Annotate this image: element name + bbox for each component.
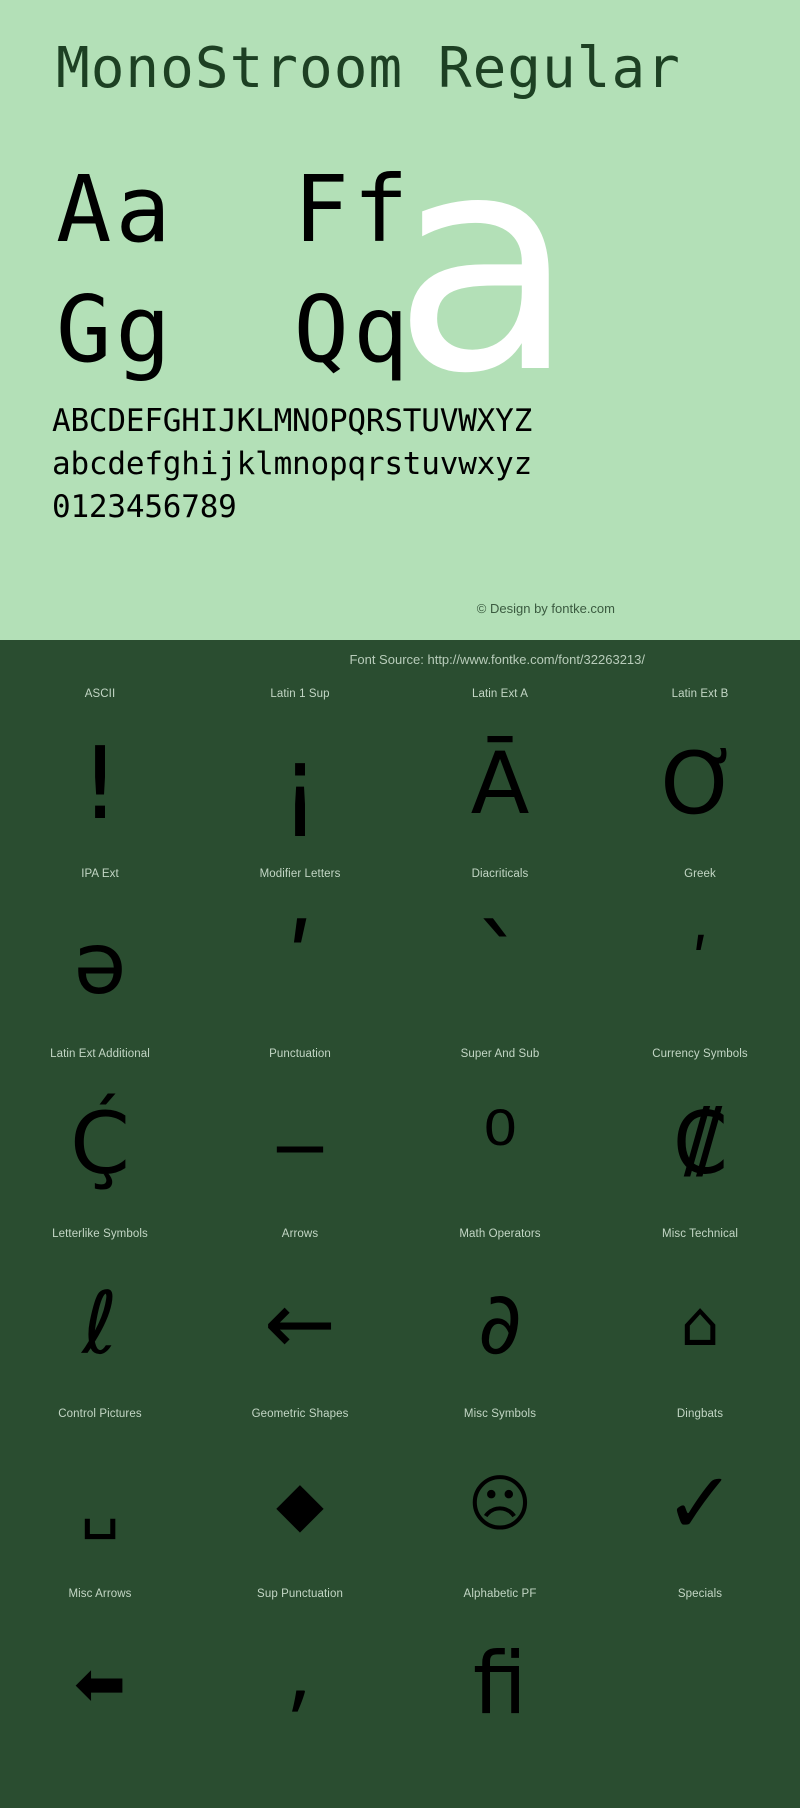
glyph-cell-label: Sup Punctuation [257, 1588, 343, 1600]
lowercase-alphabet-line: abcdefghijklmnopqrstuvwxyz [52, 446, 533, 482]
glyph-cell-label: Diacriticals [471, 868, 529, 880]
glyph-cell-label: Greek [684, 868, 716, 880]
glyph-cell-label: Control Pictures [58, 1408, 142, 1420]
specimen-panel: MonoStroom Regular Aa Ff Gg Qq a ABCDEFG… [0, 0, 800, 640]
glyph-sample: ‒ [272, 1094, 328, 1194]
glyph-cell[interactable]: Latin Ext A Ā [400, 684, 600, 864]
glyph-sample: ☹ [467, 1467, 533, 1540]
glyph-cell-label: Arrows [281, 1228, 319, 1240]
glyph-sample: ʹ [286, 905, 314, 1022]
glyph-cell[interactable]: Super And Sub ⁰ [400, 1044, 600, 1224]
glyph-cell-label: Letterlike Symbols [52, 1228, 148, 1240]
glyph-sample: ¡ [279, 725, 321, 842]
copyright-notice: © Design by fontke.com [476, 601, 615, 616]
glyph-cell[interactable]: Punctuation ‒ [200, 1044, 400, 1224]
glyph-sample: ⁰ [482, 1094, 518, 1194]
glyph-cell[interactable]: Currency Symbols ₡ [600, 1044, 800, 1224]
glyph-cell-label: Alphabetic PF [463, 1588, 537, 1600]
glyph-cell[interactable]: Modifier Letters ʹ [200, 864, 400, 1044]
glyph-cell-label: Latin Ext Additional [50, 1048, 150, 1060]
glyph-sample: ⌂ [680, 1287, 720, 1360]
glyph-cell[interactable]: Dingbats ✓ [600, 1404, 800, 1584]
glyph-sample: ￰ [600, 1604, 800, 1764]
glyph-cell-label: IPA Ext [81, 868, 119, 880]
glyph-sample: ⬅ [74, 1647, 126, 1720]
glyph-cell-label: Latin Ext A [471, 688, 529, 700]
glyph-cell-label: Super And Sub [460, 1048, 540, 1060]
glyph-cell-label: Misc Symbols [463, 1408, 537, 1420]
glyph-cell-label: ASCII [84, 688, 116, 700]
glyph-cell[interactable]: ASCII! [0, 684, 200, 864]
glyph-sample: ℓ [82, 1274, 118, 1374]
glyph-cell[interactable]: Geometric Shapes ◆ [200, 1404, 400, 1584]
glyph-cell[interactable]: Misc Arrows ⬅ [0, 1584, 200, 1764]
glyph-cell[interactable]: IPA Ext ə [0, 864, 200, 1044]
glyph-cell[interactable]: Misc Symbols ☹ [400, 1404, 600, 1584]
glyph-cell[interactable]: Arrows ← [200, 1224, 400, 1404]
glyph-sample: ə [73, 914, 127, 1014]
glyph-cell[interactable]: Control Pictures ␣ [0, 1404, 200, 1584]
glyph-sample: ◆ [276, 1467, 324, 1540]
glyph-cell-label: Specials [677, 1588, 723, 1600]
glyph-sample: ! [79, 725, 121, 842]
glyph-cell[interactable]: Alphabetic PF ﬁ [400, 1584, 600, 1764]
glyph-sample: ← [263, 1274, 337, 1374]
glyph-cell-label: Currency Symbols [652, 1048, 748, 1060]
glyph-cell-label: Math Operators [459, 1228, 541, 1240]
glyph-cell-label: Dingbats [676, 1408, 724, 1420]
font-source-url: Font Source: http://www.fontke.com/font/… [349, 652, 645, 667]
glyph-cell-label: Misc Technical [662, 1228, 738, 1240]
glyph-cell-label: Modifier Letters [259, 868, 341, 880]
glyph-cell[interactable]: Math Operators ∂ [400, 1224, 600, 1404]
alphabet-block: ABCDEFGHIJKLMNOPQRSTUVWXYZ abcdefghijklm… [52, 400, 772, 529]
glyph-cell-label: Punctuation [269, 1048, 331, 1060]
glyph-sample: Ā [470, 734, 530, 834]
glyph-sample: ✓ [663, 1454, 737, 1554]
glyph-cell-label: Geometric Shapes [251, 1408, 349, 1420]
glyph-cell[interactable]: Specials ￰ [600, 1584, 800, 1764]
glyph-cell-label: Latin 1 Sup [270, 688, 330, 700]
glyph-sample: ₡ [672, 1094, 728, 1194]
uppercase-alphabet-line: ABCDEFGHIJKLMNOPQRSTUVWXYZ [52, 403, 533, 439]
glyph-sample: Ḉ [69, 1094, 131, 1194]
glyph-cell[interactable]: Latin 1 Sup ¡ [200, 684, 400, 864]
glyph-cell[interactable]: Letterlike Symbols ℓ [0, 1224, 200, 1404]
glyph-sample: ˋ [475, 905, 525, 1022]
unicode-block-grid-panel: Font Source: http://www.fontke.com/font/… [0, 640, 800, 1808]
glyph-cell[interactable]: Greek ʹ [600, 864, 800, 1044]
hero-glyph: a [392, 90, 576, 439]
glyph-cell[interactable]: Latin Ext B Ơ [600, 684, 800, 864]
numerals-line: 0123456789 [52, 489, 237, 525]
glyph-sample: ʹ [691, 927, 709, 1000]
glyph-cell[interactable]: Diacriticals ˋ [400, 864, 600, 1044]
glyph-sample: ␣ [80, 1467, 120, 1540]
glyph-sample: ∂ [477, 1274, 523, 1374]
glyph-sample: Ơ [660, 734, 740, 834]
large-sample-block: Aa Ff Gg Qq a [56, 115, 756, 415]
glyph-cell[interactable]: Misc Technical ⌂ [600, 1224, 800, 1404]
glyph-sample: ﬁ [472, 1634, 528, 1734]
glyph-cell-label: Latin Ext B [671, 688, 729, 700]
glyph-sample: ⸴ [288, 1634, 312, 1734]
glyph-cell[interactable]: Latin Ext Additional Ḉ [0, 1044, 200, 1224]
glyph-grid: ASCII! Latin 1 Sup ¡ Latin Ext A Ā Latin Ext … [0, 684, 800, 1764]
glyph-cell[interactable]: Sup Punctuation ⸴ [200, 1584, 400, 1764]
font-title: MonoStroom Regular [56, 36, 681, 101]
glyph-cell-label: Misc Arrows [68, 1588, 132, 1600]
